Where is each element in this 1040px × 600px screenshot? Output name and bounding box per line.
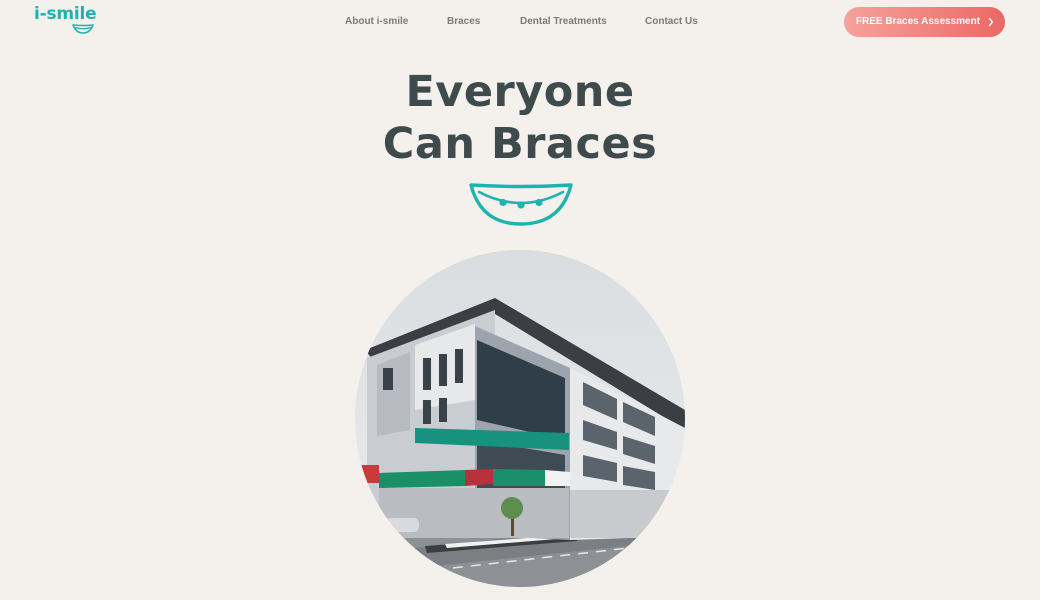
hero: Everyone Can Braces — [0, 66, 1040, 170]
logo[interactable]: i-smile — [34, 3, 104, 35]
logo-smile-icon — [72, 24, 94, 34]
braces-smile-icon — [469, 183, 573, 226]
nav-contact[interactable]: Contact Us — [645, 15, 698, 29]
site-header: i-smile About i-smile Braces Dental Trea… — [0, 0, 1040, 44]
logo-text: i-smile — [34, 4, 97, 24]
nav-dental-treatments[interactable]: Dental Treatments — [520, 15, 607, 29]
clinic-building-photo — [355, 250, 685, 587]
cta-label: FREE Braces Assessment — [855, 16, 981, 27]
nav-about[interactable]: About i-smile — [345, 15, 408, 29]
chevron-right-icon — [988, 17, 994, 27]
free-braces-assessment-button[interactable]: FREE Braces Assessment — [844, 7, 1005, 37]
hero-title: Everyone Can Braces — [0, 66, 1040, 170]
hero-title-line-2: Can Braces — [382, 119, 658, 169]
hero-title-line-1: Everyone — [405, 67, 635, 117]
nav-braces[interactable]: Braces — [447, 15, 480, 29]
